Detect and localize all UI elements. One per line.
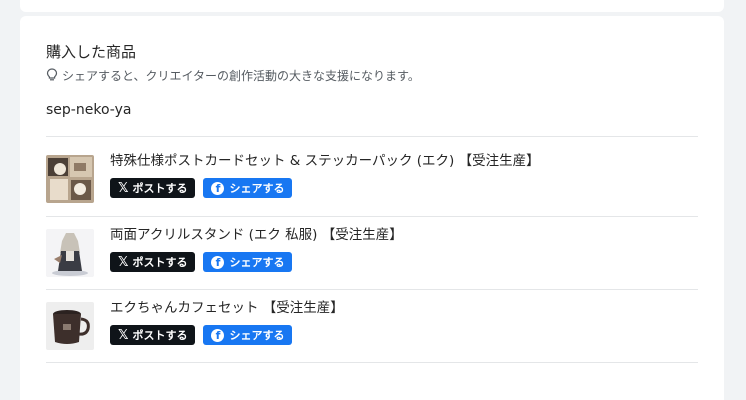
x-post-button[interactable]: 𝕏 ポストする [110, 252, 196, 272]
divider [46, 362, 698, 363]
section-title: 購入した商品 [46, 43, 137, 61]
list-item: 特殊仕様ポストカードセット & ステッカーパック (エク) 【受注生産】 𝕏 ポ… [46, 145, 698, 217]
facebook-logo-icon: f [211, 255, 225, 269]
item-thumbnail[interactable] [46, 155, 94, 203]
facebook-share-label: シェアする [229, 329, 285, 342]
facebook-logo-icon: f [211, 181, 225, 195]
x-post-button[interactable]: 𝕏 ポストする [110, 325, 196, 345]
x-post-label: ポストする [132, 182, 188, 195]
x-logo-icon: 𝕏 [118, 180, 129, 196]
share-buttons: 𝕏 ポストする f シェアする [110, 325, 293, 345]
item-thumbnail[interactable] [46, 302, 94, 350]
divider [46, 136, 698, 137]
divider [46, 289, 698, 290]
share-hint: シェアすると、クリエイターの創作活動の大きな支援になります。 [46, 66, 420, 84]
x-post-label: ポストする [132, 329, 188, 342]
share-buttons: 𝕏 ポストする f シェアする [110, 252, 293, 272]
postcard-set-image [46, 155, 94, 203]
acrylic-stand-image [46, 229, 94, 277]
list-item: 両面アクリルスタンド (エク 私服) 【受注生産】 𝕏 ポストする f シェアす… [46, 219, 698, 291]
facebook-share-label: シェアする [229, 256, 285, 269]
divider [46, 216, 698, 217]
x-post-button[interactable]: 𝕏 ポストする [110, 178, 196, 198]
facebook-share-label: シェアする [229, 182, 285, 195]
x-logo-icon: 𝕏 [118, 254, 129, 270]
item-thumbnail[interactable] [46, 229, 94, 277]
facebook-share-button[interactable]: f シェアする [203, 325, 293, 345]
facebook-logo-icon: f [211, 328, 225, 342]
item-name[interactable]: 特殊仕様ポストカードセット & ステッカーパック (エク) 【受注生産】 [110, 152, 540, 170]
purchased-items-card: 購入した商品 シェアすると、クリエイターの創作活動の大きな支援になります。 se… [20, 16, 724, 400]
list-item: エクちゃんカフェセット 【受注生産】 𝕏 ポストする f シェアする [46, 292, 698, 364]
facebook-share-button[interactable]: f シェアする [203, 252, 293, 272]
share-buttons: 𝕏 ポストする f シェアする [110, 178, 293, 198]
item-name[interactable]: エクちゃんカフェセット 【受注生産】 [110, 299, 344, 317]
x-post-label: ポストする [132, 256, 188, 269]
item-name[interactable]: 両面アクリルスタンド (エク 私服) 【受注生産】 [110, 226, 403, 244]
previous-card-bottom [20, 0, 724, 12]
facebook-share-button[interactable]: f シェアする [203, 178, 293, 198]
shop-name[interactable]: sep-neko-ya [46, 101, 131, 119]
share-hint-text: シェアすると、クリエイターの創作活動の大きな支援になります。 [62, 68, 420, 83]
x-logo-icon: 𝕏 [118, 327, 129, 343]
cafe-set-mug-image [46, 302, 94, 350]
lightbulb-icon [46, 68, 58, 81]
